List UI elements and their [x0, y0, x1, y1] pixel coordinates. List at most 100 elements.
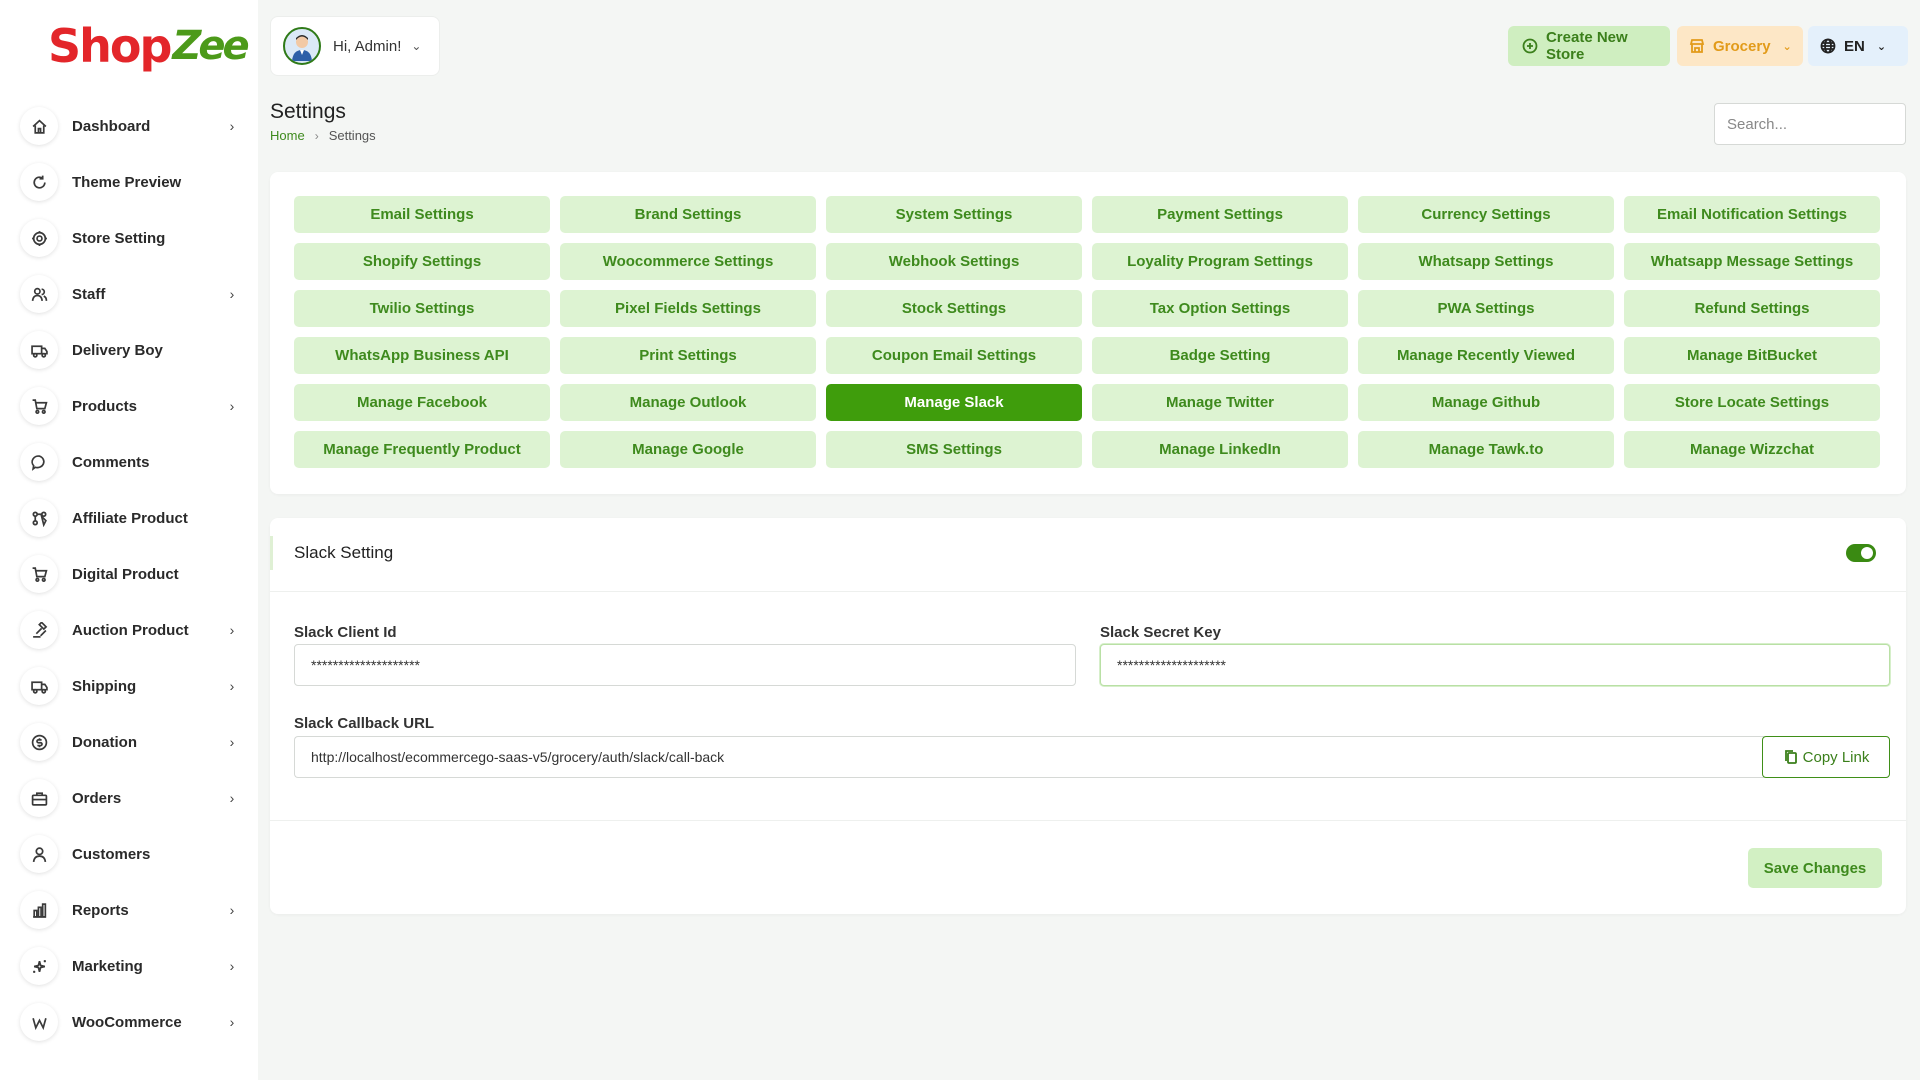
- sidebar-item-auction-product[interactable]: Auction Product ›: [20, 602, 240, 658]
- users-icon: [20, 275, 58, 313]
- shopzee-logo[interactable]: Shop Zee: [48, 18, 250, 74]
- slack-callback-url-input[interactable]: [294, 736, 1764, 778]
- sidebar-item-label: Auction Product: [72, 621, 189, 639]
- slack-callback-url-label: Slack Callback URL: [294, 715, 435, 732]
- user-menu[interactable]: Hi, Admin! ⌄: [270, 16, 440, 76]
- sidebar-item-marketing[interactable]: Marketing ›: [20, 938, 240, 994]
- sidebar-item-label: Store Setting: [72, 229, 166, 247]
- tab-tax-option-settings[interactable]: Tax Option Settings: [1092, 290, 1348, 327]
- sidebar-item-label: Staff: [72, 285, 106, 303]
- tab-manage-tawk-to[interactable]: Manage Tawk.to: [1358, 431, 1614, 468]
- sidebar-item-label: Comments: [72, 453, 150, 471]
- truck-icon: [20, 331, 58, 369]
- page-title: Settings: [270, 100, 346, 123]
- store-icon: [1689, 39, 1705, 53]
- chevron-right-icon: ›: [229, 734, 235, 750]
- sidebar-item-label: Marketing: [72, 957, 143, 975]
- tab-manage-twitter[interactable]: Manage Twitter: [1092, 384, 1348, 421]
- sidebar-item-label: Delivery Boy: [72, 341, 163, 359]
- slack-enabled-toggle[interactable]: [1846, 544, 1876, 562]
- affiliate-icon: [20, 499, 58, 537]
- slack-secret-key-input[interactable]: [1100, 644, 1890, 686]
- sidebar-item-reports[interactable]: Reports ›: [20, 882, 240, 938]
- tab-payment-settings[interactable]: Payment Settings: [1092, 196, 1348, 233]
- tab-shopify-settings[interactable]: Shopify Settings: [294, 243, 550, 280]
- tab-loyality-program-settings[interactable]: Loyality Program Settings: [1092, 243, 1348, 280]
- tab-manage-slack[interactable]: Manage Slack: [826, 384, 1082, 421]
- avatar-person-icon: [292, 35, 312, 61]
- chevron-right-icon: ›: [229, 678, 235, 694]
- sidebar-item-woocommerce[interactable]: WooCommerce ›: [20, 994, 240, 1050]
- sidebar-item-products[interactable]: Products ›: [20, 378, 240, 434]
- chevron-down-icon: ⌄: [411, 39, 422, 53]
- truck-icon: [20, 667, 58, 705]
- tab-refund-settings[interactable]: Refund Settings: [1624, 290, 1880, 327]
- breadcrumb-home-link[interactable]: Home: [270, 128, 305, 143]
- sidebar-item-label: Products: [72, 397, 138, 415]
- tab-badge-setting[interactable]: Badge Setting: [1092, 337, 1348, 374]
- chevron-down-icon: ⌄: [1876, 40, 1887, 53]
- tab-manage-recently-viewed[interactable]: Manage Recently Viewed: [1358, 337, 1614, 374]
- store-selector[interactable]: Grocery ⌄: [1677, 26, 1803, 66]
- tab-manage-facebook[interactable]: Manage Facebook: [294, 384, 550, 421]
- tab-whatsapp-message-settings[interactable]: Whatsapp Message Settings: [1624, 243, 1880, 280]
- tab-whatsapp-settings[interactable]: Whatsapp Settings: [1358, 243, 1614, 280]
- tab-whatsapp-business-api[interactable]: WhatsApp Business API: [294, 337, 550, 374]
- create-new-store-label: Create New Store: [1545, 29, 1628, 63]
- woo-icon: [20, 1003, 58, 1041]
- language-selector[interactable]: EN ⌄: [1808, 26, 1908, 66]
- sidebar-item-staff[interactable]: Staff ›: [20, 266, 240, 322]
- create-new-store-button[interactable]: Create New Store: [1508, 26, 1670, 66]
- refresh-icon: [20, 163, 58, 201]
- tab-manage-frequently-product[interactable]: Manage Frequently Product: [294, 431, 550, 468]
- sidebar-item-delivery-boy[interactable]: Delivery Boy: [20, 322, 240, 378]
- tab-pixel-fields-settings[interactable]: Pixel Fields Settings: [560, 290, 816, 327]
- tab-pwa-settings[interactable]: PWA Settings: [1358, 290, 1614, 327]
- sidebar-item-theme-preview[interactable]: Theme Preview: [20, 154, 240, 210]
- tab-twilio-settings[interactable]: Twilio Settings: [294, 290, 550, 327]
- sidebar-item-customers[interactable]: Customers: [20, 826, 240, 882]
- tab-currency-settings[interactable]: Currency Settings: [1358, 196, 1614, 233]
- copy-icon: [1784, 750, 1797, 764]
- tab-stock-settings[interactable]: Stock Settings: [826, 290, 1082, 327]
- save-changes-button[interactable]: Save Changes: [1748, 848, 1882, 888]
- copy-link-button[interactable]: Copy Link: [1762, 736, 1890, 778]
- tab-store-locate-settings[interactable]: Store Locate Settings: [1624, 384, 1880, 421]
- tab-coupon-email-settings[interactable]: Coupon Email Settings: [826, 337, 1082, 374]
- sidebar-item-digital-product[interactable]: Digital Product: [20, 546, 240, 602]
- tab-manage-linkedin[interactable]: Manage LinkedIn: [1092, 431, 1348, 468]
- header-accent-bar: [270, 536, 273, 570]
- plus-circle-icon: [1522, 38, 1538, 54]
- slack-secret-key-label: Slack Secret Key: [1100, 624, 1221, 641]
- slack-settings-title: Slack Setting: [294, 543, 394, 562]
- search-input[interactable]: [1714, 103, 1906, 145]
- sidebar-item-label: Dashboard: [72, 117, 151, 135]
- tab-manage-google[interactable]: Manage Google: [560, 431, 816, 468]
- sidebar-item-shipping[interactable]: Shipping ›: [20, 658, 240, 714]
- tab-email-notification-settings[interactable]: Email Notification Settings: [1624, 196, 1880, 233]
- slack-client-id-input[interactable]: [294, 644, 1076, 686]
- sidebar-item-affiliate-product[interactable]: Affiliate Product: [20, 490, 240, 546]
- tab-manage-bitbucket[interactable]: Manage BitBucket: [1624, 337, 1880, 374]
- tab-woocommerce-settings[interactable]: Woocommerce Settings: [560, 243, 816, 280]
- tab-manage-github[interactable]: Manage Github: [1358, 384, 1614, 421]
- sidebar-item-store-setting[interactable]: Store Setting: [20, 210, 240, 266]
- tab-manage-outlook[interactable]: Manage Outlook: [560, 384, 816, 421]
- sidebar-item-label: Customers: [72, 845, 151, 863]
- tab-sms-settings[interactable]: SMS Settings: [826, 431, 1082, 468]
- user-icon: [20, 835, 58, 873]
- chevron-right-icon: ›: [229, 790, 235, 806]
- sidebar-item-dashboard[interactable]: Dashboard ›: [20, 98, 240, 154]
- tab-webhook-settings[interactable]: Webhook Settings: [826, 243, 1082, 280]
- chevron-right-icon: ›: [229, 622, 235, 638]
- tab-email-settings[interactable]: Email Settings: [294, 196, 550, 233]
- sidebar-item-donation[interactable]: Donation ›: [20, 714, 240, 770]
- sidebar-item-orders[interactable]: Orders ›: [20, 770, 240, 826]
- tab-manage-wizzchat[interactable]: Manage Wizzchat: [1624, 431, 1880, 468]
- chevron-right-icon: ›: [229, 902, 235, 918]
- tab-brand-settings[interactable]: Brand Settings: [560, 196, 816, 233]
- tab-print-settings[interactable]: Print Settings: [560, 337, 816, 374]
- tab-system-settings[interactable]: System Settings: [826, 196, 1082, 233]
- sidebar-item-comments[interactable]: Comments: [20, 434, 240, 490]
- sidebar-nav: Dashboard › Theme Preview Store Setting Staf…: [20, 98, 240, 1050]
